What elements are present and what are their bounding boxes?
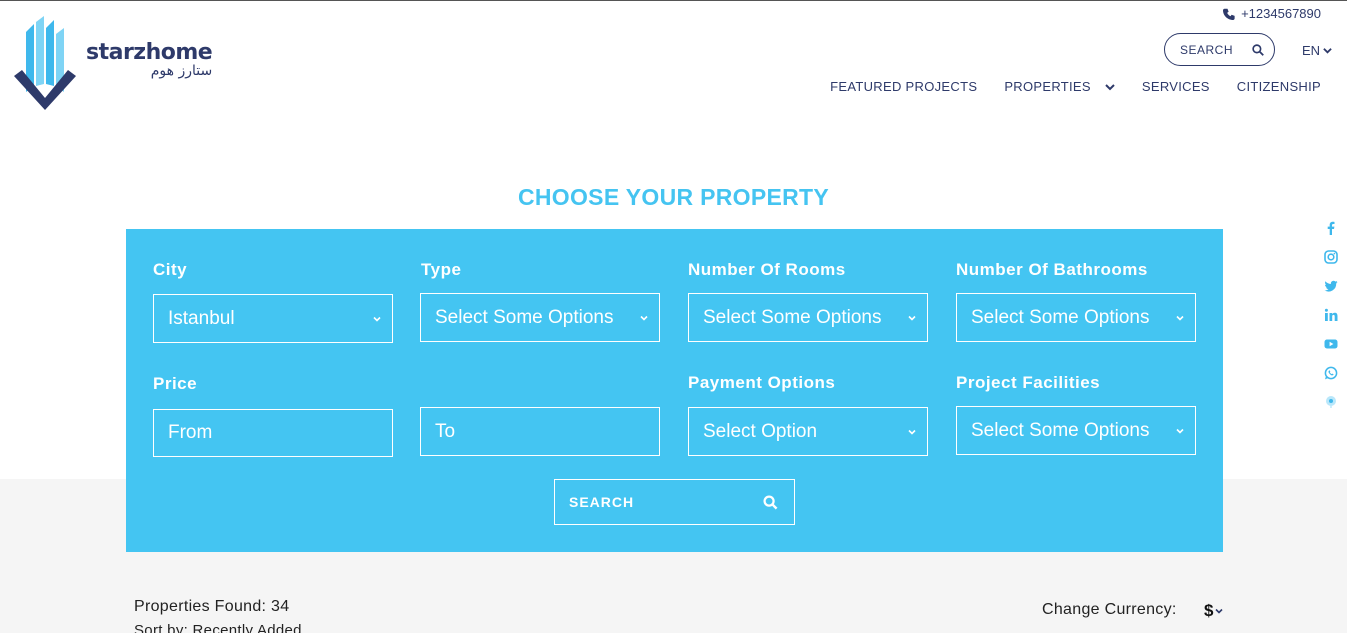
main-nav: FEATURED PROJECTS PROPERTIES SERVICES CI…	[830, 79, 1321, 94]
type-label: Type	[421, 260, 462, 279]
chevron-down-icon	[1323, 48, 1332, 54]
price-from-placeholder: From	[168, 422, 213, 443]
type-select-value: Select Some Options	[435, 306, 614, 328]
nav-item-label: SERVICES	[1141, 79, 1210, 94]
nav-item-properties[interactable]: PROPERTIES	[1004, 79, 1115, 94]
city-select[interactable]: Istanbul	[153, 294, 393, 343]
nav-item-label: FEATURED PROJECTS	[830, 79, 978, 94]
bathrooms-select[interactable]: Select Some Options	[956, 293, 1196, 342]
facilities-select-value: Select Some Options	[971, 419, 1150, 441]
bathrooms-select-value: Select Some Options	[971, 306, 1150, 328]
search-icon	[1252, 43, 1264, 56]
nav-item-label: CITIZENSHIP	[1236, 79, 1321, 94]
map-pin-icon[interactable]	[1322, 394, 1339, 410]
sort-selector[interactable]: Sort by: Recently Added	[134, 622, 302, 633]
city-label: City	[153, 260, 188, 279]
logo-mark-icon	[14, 16, 76, 110]
rooms-select-value: Select Some Options	[703, 306, 882, 328]
logo[interactable]: starzhome ستارز هوم	[12, 14, 213, 110]
chevron-down-icon[interactable]	[1105, 82, 1115, 92]
rooms-select[interactable]: Select Some Options	[688, 293, 928, 342]
search-icon	[763, 494, 778, 509]
change-currency-label: Change Currency:	[1042, 601, 1177, 618]
search-button[interactable]: SEARCH	[554, 479, 795, 525]
top-border	[0, 0, 1347, 1]
price-to-input[interactable]: To	[420, 407, 660, 456]
header-search-button[interactable]: SEARCH	[1164, 33, 1275, 66]
chevron-down-icon	[908, 429, 916, 435]
property-search-panel: City Istanbul Type Select Some Options N…	[126, 229, 1223, 552]
search-button-label: SEARCH	[569, 494, 635, 510]
nav-item-label: PROPERTIES	[1004, 79, 1091, 94]
type-select[interactable]: Select Some Options	[420, 293, 660, 342]
phone-number: +1234567890	[1241, 6, 1321, 21]
price-label: Price	[153, 374, 198, 393]
facilities-label: Project Facilities	[956, 373, 1101, 392]
social-links	[1322, 220, 1339, 410]
payment-select[interactable]: Select Option	[688, 407, 928, 456]
chevron-down-icon	[373, 316, 381, 322]
nav-item-featured-projects[interactable]: FEATURED PROJECTS	[830, 79, 977, 94]
chevron-down-icon	[908, 315, 916, 321]
currency-select[interactable]: $	[1204, 601, 1224, 621]
nav-item-citizenship[interactable]: CITIZENSHIP	[1237, 79, 1321, 94]
city-select-value: Istanbul	[168, 307, 235, 329]
facebook-icon[interactable]	[1322, 220, 1339, 236]
page-title: CHOOSE YOUR PROPERTY	[517, 184, 830, 210]
price-to-placeholder: To	[435, 420, 456, 442]
facilities-select[interactable]: Select Some Options	[956, 406, 1196, 455]
whatsapp-icon[interactable]	[1322, 365, 1339, 381]
logo-text: starzhome	[86, 39, 213, 65]
chevron-down-icon	[1215, 608, 1224, 614]
header-search-label: SEARCH	[1180, 42, 1234, 57]
properties-found-count: Properties Found: 34	[134, 598, 290, 615]
language-label: EN	[1302, 43, 1321, 58]
payment-select-value: Select Option	[703, 420, 818, 442]
phone-icon	[1223, 8, 1235, 20]
logo-text-arabic: ستارز هوم	[150, 62, 213, 79]
chevron-down-icon	[1176, 315, 1184, 321]
nav-item-services[interactable]: SERVICES	[1142, 79, 1210, 94]
phone-link[interactable]: +1234567890	[1223, 6, 1321, 21]
twitter-icon[interactable]	[1322, 278, 1339, 294]
payment-label: Payment Options	[688, 373, 836, 392]
instagram-icon[interactable]	[1322, 249, 1339, 265]
language-selector[interactable]: EN	[1302, 43, 1332, 58]
linkedin-icon[interactable]	[1322, 307, 1339, 323]
bathrooms-label: Number Of Bathrooms	[956, 260, 1148, 279]
youtube-icon[interactable]	[1322, 336, 1339, 352]
currency-value: $	[1204, 601, 1214, 620]
rooms-label: Number Of Rooms	[688, 260, 846, 279]
chevron-down-icon	[1176, 428, 1184, 434]
chevron-down-icon	[640, 315, 648, 321]
price-from-input[interactable]: From	[153, 409, 393, 457]
